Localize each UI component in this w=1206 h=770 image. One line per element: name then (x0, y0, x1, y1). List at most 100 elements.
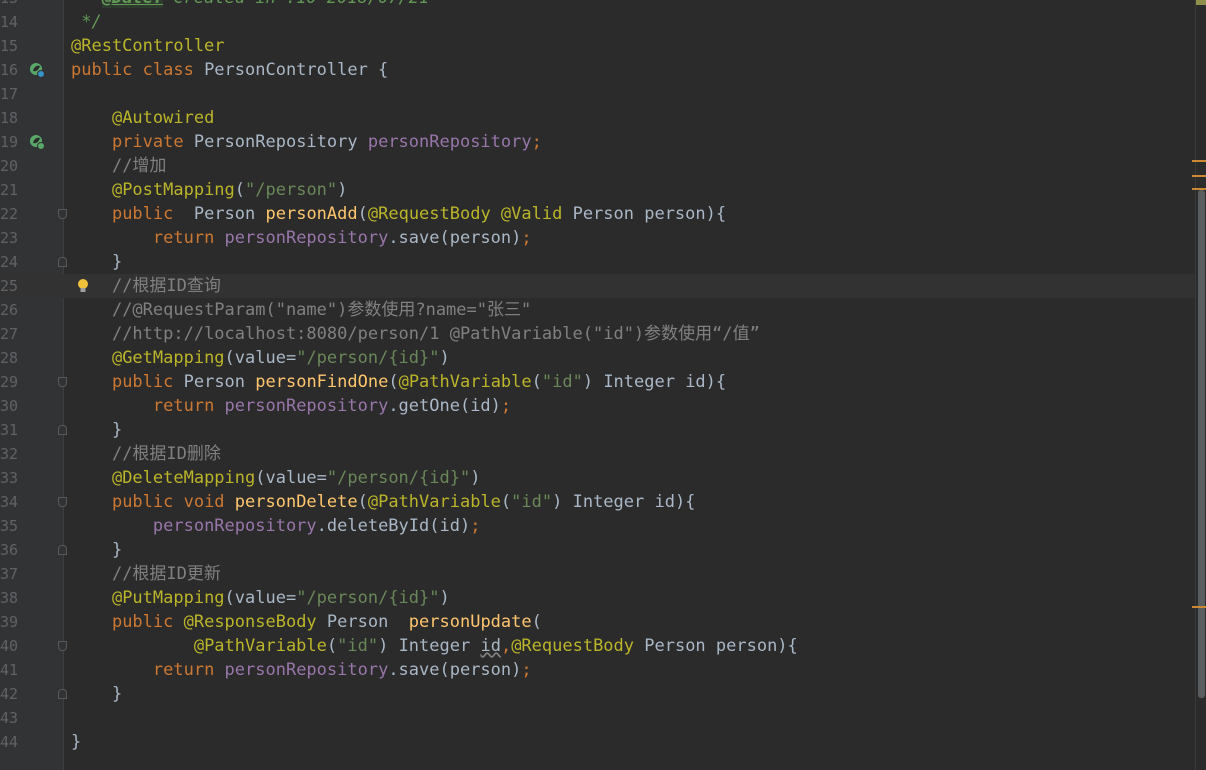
line-number: 44 (0, 733, 19, 751)
code-line[interactable]: 20 //增加 (0, 154, 1196, 178)
code-text[interactable]: @Autowired (71, 106, 214, 130)
code-text[interactable]: public @ResponseBody Person personUpdate… (71, 610, 542, 634)
code-editor[interactable]: 13 * @Date: Created in :10 2018/07/2114 … (0, 0, 1206, 770)
code-line[interactable]: 44} (0, 730, 1196, 754)
code-line[interactable]: 32 //根据ID删除 (0, 442, 1196, 466)
line-number: 40 (0, 637, 19, 655)
code-text[interactable]: } (71, 418, 122, 442)
fold-toggle-icon[interactable] (58, 425, 67, 435)
vertical-scrollbar[interactable] (1192, 0, 1206, 770)
code-text[interactable]: @RestController (71, 34, 225, 58)
code-text[interactable]: } (71, 538, 122, 562)
code-text[interactable]: @GetMapping(value="/person/{id}") (71, 346, 450, 370)
code-text[interactable]: public Person personAdd(@RequestBody @Va… (71, 202, 726, 226)
code-line[interactable]: 30 return personRepository.getOne(id); (0, 394, 1196, 418)
fold-toggle-icon[interactable] (58, 257, 67, 267)
warning-stripe-marker[interactable] (1192, 606, 1206, 608)
code-line[interactable]: 39 public @ResponseBody Person personUpd… (0, 610, 1196, 634)
code-line[interactable]: 37 //根据ID更新 (0, 562, 1196, 586)
code-text[interactable]: public Person personFindOne(@PathVariabl… (71, 370, 726, 394)
code-line[interactable]: 26 //@RequestParam("name")参数使用?name="张三" (0, 298, 1196, 322)
code-line[interactable]: 41 return personRepository.save(person); (0, 658, 1196, 682)
code-text[interactable]: @PathVariable("id") Integer id,@RequestB… (71, 634, 798, 658)
code-text[interactable]: @PostMapping("/person") (71, 178, 347, 202)
code-token: ( (500, 492, 512, 512)
fold-toggle-icon[interactable] (58, 641, 67, 651)
code-text[interactable]: @PutMapping(value="/person/{id}") (71, 586, 450, 610)
line-number: 29 (0, 373, 19, 391)
code-line[interactable]: 18 @Autowired (0, 106, 1196, 130)
line-number: 27 (0, 325, 19, 343)
code-text[interactable]: } (71, 682, 122, 706)
fold-toggle-icon[interactable] (58, 209, 67, 219)
code-line[interactable]: 19 private PersonRepository personReposi… (0, 130, 1196, 154)
spring-bean-class-icon[interactable] (29, 62, 45, 78)
code-line[interactable]: 27 //http://localhost:8080/person/1 @Pat… (0, 322, 1196, 346)
code-token: personDelete (234, 492, 358, 512)
code-text[interactable]: * @Date: Created in :10 2018/07/21 (71, 0, 429, 10)
code-line[interactable]: 38 @PutMapping(value="/person/{id}") (0, 586, 1196, 610)
fold-toggle-icon[interactable] (58, 689, 67, 699)
code-token: personRepository (224, 228, 389, 248)
code-line[interactable]: 34 public void personDelete(@PathVariabl… (0, 490, 1196, 514)
code-line[interactable]: 15 @RestController (0, 34, 1196, 58)
code-line[interactable]: 17 (0, 82, 1196, 106)
code-line[interactable]: 42 } (0, 682, 1196, 706)
warning-stripe-marker[interactable] (1192, 188, 1206, 190)
code-text[interactable]: return personRepository.getOne(id); (71, 394, 511, 418)
code-line[interactable]: 25 //根据ID查询 (0, 274, 1196, 298)
code-token: ) (337, 180, 348, 200)
line-number: 18 (0, 109, 19, 127)
code-line[interactable]: 28 @GetMapping(value="/person/{id}") (0, 346, 1196, 370)
spring-autowired-icon[interactable] (29, 134, 45, 150)
code-text[interactable]: //根据ID查询 (71, 274, 221, 298)
fold-toggle-icon[interactable] (58, 545, 67, 555)
code-text[interactable]: public class PersonController { (71, 58, 388, 82)
warning-stripe-marker[interactable] (1192, 160, 1206, 162)
code-text[interactable]: //根据ID删除 (71, 442, 221, 466)
code-line[interactable]: 29 public Person personFindOne(@PathVari… (0, 370, 1196, 394)
code-line[interactable]: 24 } (0, 250, 1196, 274)
code-text[interactable]: personRepository.deleteById(id); (71, 514, 481, 538)
code-text[interactable]: @DeleteMapping(value="/person/{id}") (71, 466, 481, 490)
intention-bulb-icon[interactable] (77, 277, 89, 295)
code-text[interactable]: return personRepository.save(person); (71, 226, 532, 250)
code-token: ( (357, 492, 368, 512)
code-line[interactable]: 21 @PostMapping("/person") (0, 178, 1196, 202)
code-line[interactable]: 35 personRepository.deleteById(id); (0, 514, 1196, 538)
code-token: ) (439, 348, 450, 368)
code-text[interactable]: //根据ID更新 (71, 562, 221, 586)
code-line[interactable]: 23 return personRepository.save(person); (0, 226, 1196, 250)
code-text[interactable]: */ (71, 10, 101, 34)
line-number: 36 (0, 541, 19, 559)
line-number: 38 (0, 589, 19, 607)
code-token: PersonController { (204, 60, 389, 80)
code-text[interactable]: private PersonRepository personRepositor… (71, 130, 542, 154)
code-line[interactable]: 36 } (0, 538, 1196, 562)
code-line[interactable]: 14 */ (0, 10, 1196, 34)
line-number: 32 (0, 445, 19, 463)
code-text[interactable]: //@RequestParam("name")参数使用?name="张三" (71, 298, 531, 322)
code-text[interactable]: } (71, 250, 122, 274)
code-line[interactable]: 16 public class PersonController { (0, 58, 1196, 82)
code-text[interactable]: //http://localhost:8080/person/1 @PathVa… (71, 322, 760, 346)
code-text[interactable]: return personRepository.save(person); (71, 658, 532, 682)
fold-toggle-icon[interactable] (58, 377, 67, 387)
code-line[interactable]: 43 (0, 706, 1196, 730)
code-line[interactable]: 40 @PathVariable("id") Integer id,@Reque… (0, 634, 1196, 658)
warning-stripe-marker[interactable] (1192, 175, 1206, 177)
code-line[interactable]: 33 @DeleteMapping(value="/person/{id}") (0, 466, 1196, 490)
code-text[interactable]: public void personDelete(@PathVariable("… (71, 490, 695, 514)
code-line[interactable]: 13 * @Date: Created in :10 2018/07/21 (0, 0, 1196, 10)
code-line[interactable]: 22 public Person personAdd(@RequestBody … (0, 202, 1196, 226)
code-line[interactable]: 31 } (0, 418, 1196, 442)
code-token: personRepository (152, 516, 317, 536)
code-text[interactable]: //增加 (71, 154, 166, 178)
code-token: public (111, 204, 194, 224)
inspection-status-marker[interactable] (1196, 0, 1206, 5)
fold-toggle-icon[interactable] (58, 497, 67, 507)
code-text[interactable]: } (71, 730, 81, 754)
code-token: return (152, 660, 225, 680)
scrollbar-thumb[interactable] (1198, 190, 1205, 698)
